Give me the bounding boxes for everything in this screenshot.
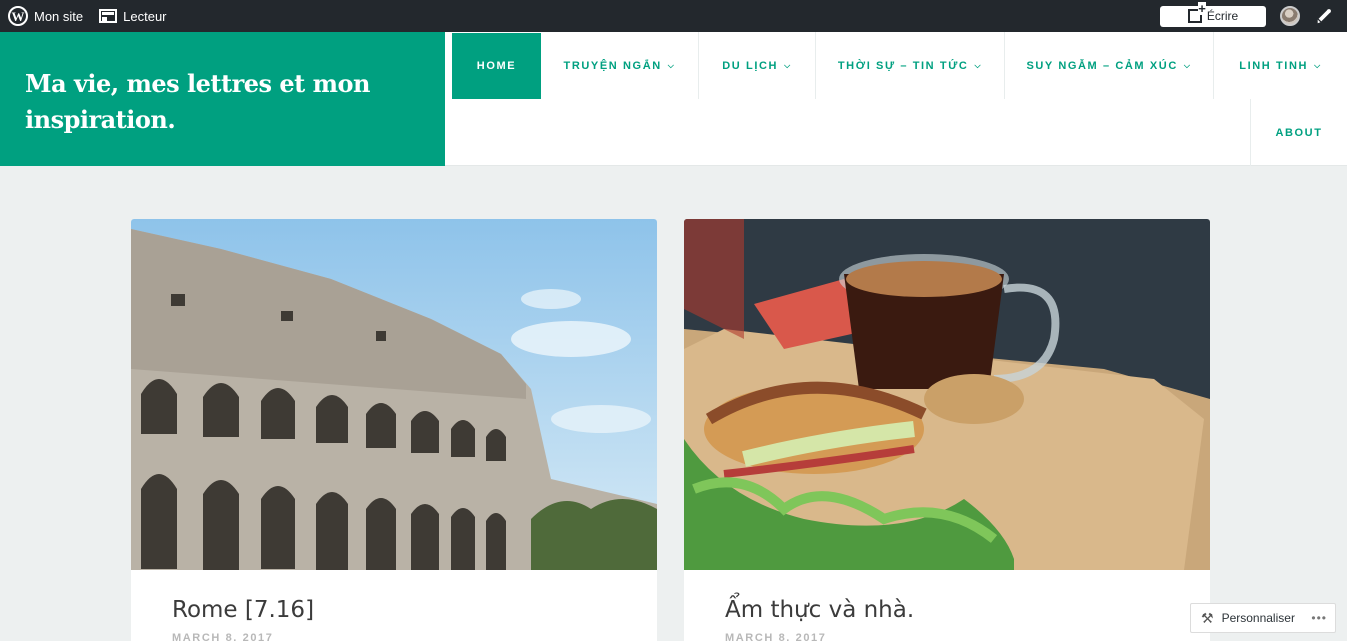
- site-branding: Ma vie, mes lettres et mon inspiration.: [0, 32, 445, 166]
- nav-label: ABOUT: [1275, 126, 1323, 139]
- nav-item-about[interactable]: ABOUT: [1250, 99, 1347, 166]
- my-site-label: Mon site: [34, 8, 84, 24]
- more-icon[interactable]: •••: [1311, 611, 1327, 625]
- avatar[interactable]: [1280, 6, 1300, 26]
- chevron-down-icon: ⌵: [1314, 60, 1322, 70]
- nav-label: THỜI SỰ – TIN TỨC: [837, 59, 969, 72]
- post-title[interactable]: Ẩm thực và nhà.: [725, 597, 914, 623]
- nav-label: DU LỊCH: [722, 59, 779, 72]
- post-date: MARCH 8, 2017: [172, 632, 274, 641]
- my-site-menu[interactable]: W Mon site: [4, 0, 87, 32]
- notifications-icon[interactable]: [1315, 7, 1333, 25]
- nav-label: LINH TINH: [1239, 59, 1309, 72]
- nav-item-suy-ngam[interactable]: SUY NGẪM – CẢM XÚC ⌵: [1005, 32, 1214, 99]
- post-title[interactable]: Rome [7.16]: [172, 597, 314, 623]
- wordpress-icon: W: [8, 6, 28, 26]
- reader-icon: [99, 9, 118, 23]
- write-icon: [1187, 2, 1206, 23]
- nav-item-linh-tinh[interactable]: LINH TINH ⌵: [1214, 32, 1347, 99]
- chevron-down-icon: ⌵: [1183, 60, 1192, 70]
- chevron-down-icon: ⌵: [974, 60, 983, 70]
- main-navigation: HOME TRUYỆN NGẮN ⌵ DU LỊCH ⌵ THỜI SỰ – TIN…: [445, 32, 1347, 166]
- nav-label: TRUYỆN NGẮN: [563, 59, 662, 72]
- nav-item-home[interactable]: HOME: [452, 33, 541, 99]
- nav-label: SUY NGẪM – CẢM XÚC: [1026, 59, 1178, 72]
- write-label: Écrire: [1206, 9, 1239, 23]
- post-card[interactable]: Rome [7.16] MARCH 8, 2017: [131, 219, 657, 641]
- site-title[interactable]: Ma vie, mes lettres et mon inspiration.: [25, 66, 385, 138]
- admin-bar: W Mon site Lecteur Écrire: [0, 0, 1347, 32]
- customize-label: Personnaliser: [1221, 611, 1295, 625]
- nav-item-truyen-ngan[interactable]: TRUYỆN NGẮN ⌵: [541, 32, 699, 99]
- post-card[interactable]: Ẩm thực và nhà. MARCH 8, 2017: [684, 219, 1210, 641]
- write-button[interactable]: Écrire: [1160, 2, 1266, 27]
- nav-label: HOME: [476, 60, 517, 72]
- coffee-sandwich-photo[interactable]: [684, 219, 1210, 570]
- reader-label: Lecteur: [123, 8, 167, 24]
- reader-menu[interactable]: Lecteur: [95, 0, 170, 32]
- nav-item-du-lich[interactable]: DU LỊCH ⌵: [699, 32, 816, 99]
- colosseum-photo[interactable]: [131, 219, 657, 570]
- post-date: MARCH 8, 2017: [725, 632, 827, 641]
- chevron-down-icon: ⌵: [784, 60, 792, 70]
- nav-item-thoi-su[interactable]: THỜI SỰ – TIN TỨC ⌵: [816, 32, 1005, 99]
- tools-icon: ⚒: [1201, 609, 1214, 626]
- customize-button[interactable]: ⚒ Personnaliser •••: [1190, 603, 1336, 633]
- chevron-down-icon: ⌵: [667, 60, 676, 70]
